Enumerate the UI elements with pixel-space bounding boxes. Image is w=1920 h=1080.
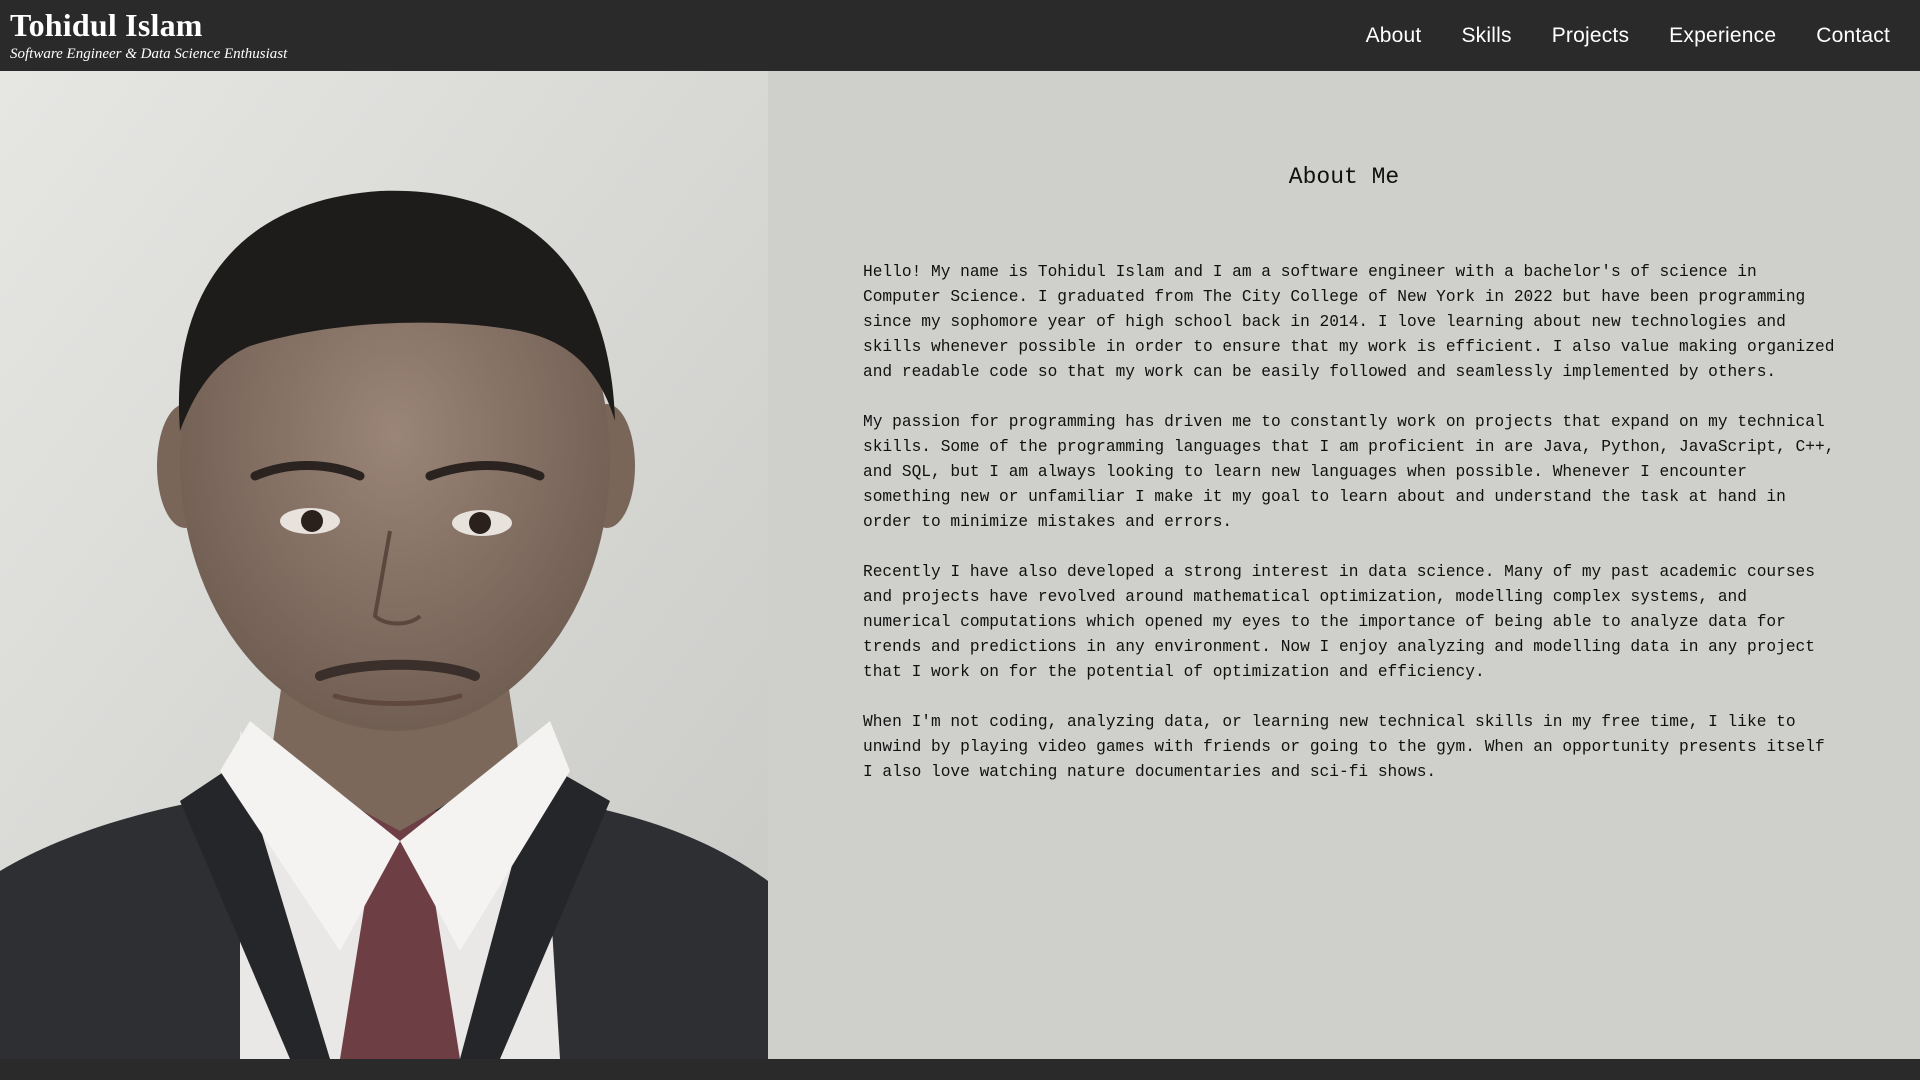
main-nav: About Skills Projects Experience Contact xyxy=(1326,0,1890,71)
about-title: About Me xyxy=(1288,164,1400,190)
nav-link-contact[interactable]: Contact xyxy=(1816,24,1890,48)
brand: Tohidul Islam Software Engineer & Data S… xyxy=(10,6,287,63)
about-panel: About Me Hello! My name is Tohidul Islam… xyxy=(768,71,1920,1059)
site-header: Tohidul Islam Software Engineer & Data S… xyxy=(0,0,1920,71)
about-paragraph-3: Recently I have also developed a strong … xyxy=(863,563,1815,681)
about-section: About Me Hello! My name is Tohidul Islam… xyxy=(0,71,1920,1059)
about-body: Hello! My name is Tohidul Islam and I am… xyxy=(863,260,1843,810)
site-footer xyxy=(0,1059,1920,1080)
nav-link-experience[interactable]: Experience xyxy=(1669,24,1776,48)
nav-link-skills[interactable]: Skills xyxy=(1461,24,1511,48)
about-paragraph-2: My passion for programming has driven me… xyxy=(863,413,1835,531)
profile-photo xyxy=(0,71,768,1059)
about-paragraph-1: Hello! My name is Tohidul Islam and I am… xyxy=(863,263,1835,381)
about-paragraph-4: When I'm not coding, analyzing data, or … xyxy=(863,713,1825,781)
nav-link-projects[interactable]: Projects xyxy=(1552,24,1629,48)
site-tagline: Software Engineer & Data Science Enthusi… xyxy=(10,46,288,62)
site-title[interactable]: Tohidul Islam xyxy=(10,6,287,44)
nav-link-about[interactable]: About xyxy=(1366,24,1422,48)
